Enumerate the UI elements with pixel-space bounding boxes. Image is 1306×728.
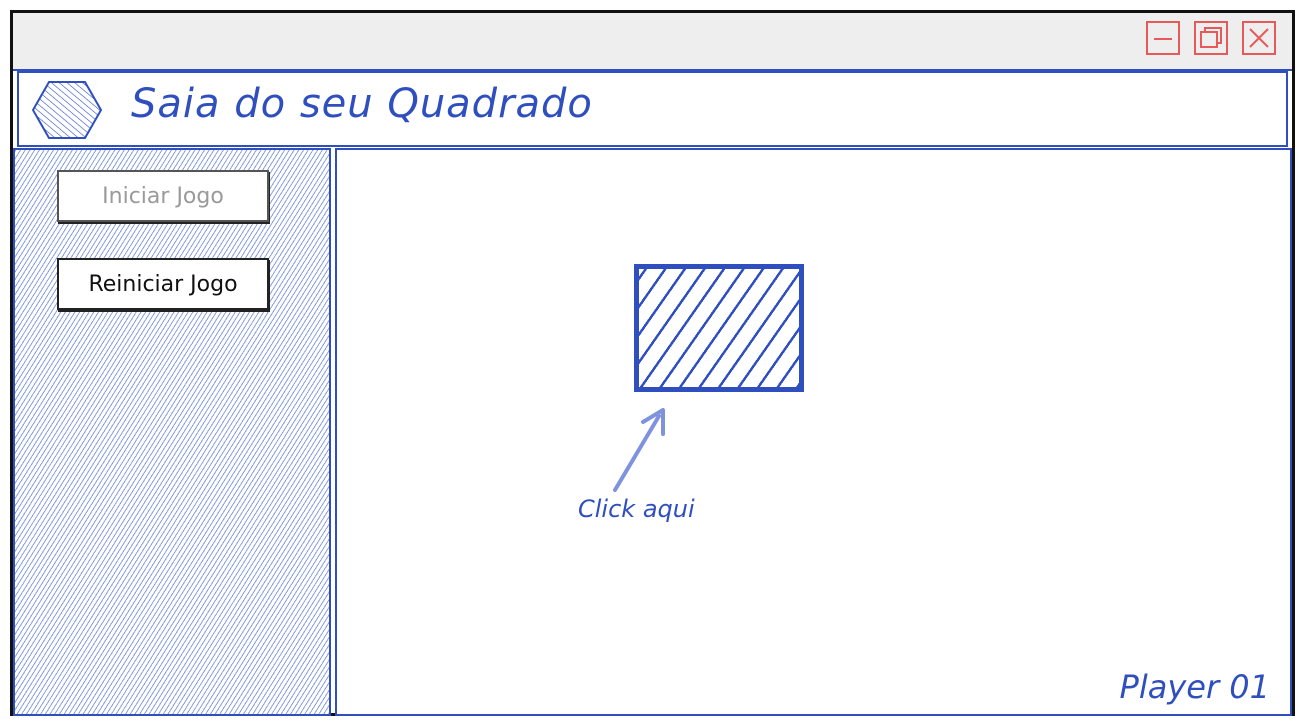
start-game-button[interactable]: Iniciar Jogo (57, 170, 269, 222)
hexagon-logo-icon (31, 81, 103, 139)
player-label: Player 01 (1119, 668, 1270, 706)
restart-game-button[interactable]: Reiniciar Jogo (57, 258, 269, 310)
app-title: Saia do seu Quadrado (131, 81, 593, 127)
sidebar: Iniciar Jogo Reiniciar Jogo (13, 148, 331, 716)
maximize-button[interactable] (1194, 21, 1228, 55)
arrow-up-right-icon (613, 408, 665, 492)
app-window: Saia do seu Quadrado Iniciar Jogo Reinic… (10, 10, 1295, 716)
window-titlebar (13, 13, 1292, 71)
close-button[interactable] (1242, 21, 1276, 55)
app-header: Saia do seu Quadrado (17, 71, 1288, 147)
minimize-button[interactable] (1146, 21, 1180, 55)
minimize-icon (1154, 38, 1172, 40)
maximize-icon (1200, 27, 1222, 48)
game-area: Click aqui Player 01 (335, 148, 1292, 716)
target-square[interactable] (634, 264, 804, 392)
click-hint-label: Click aqui (578, 495, 695, 523)
close-icon (1249, 28, 1269, 48)
